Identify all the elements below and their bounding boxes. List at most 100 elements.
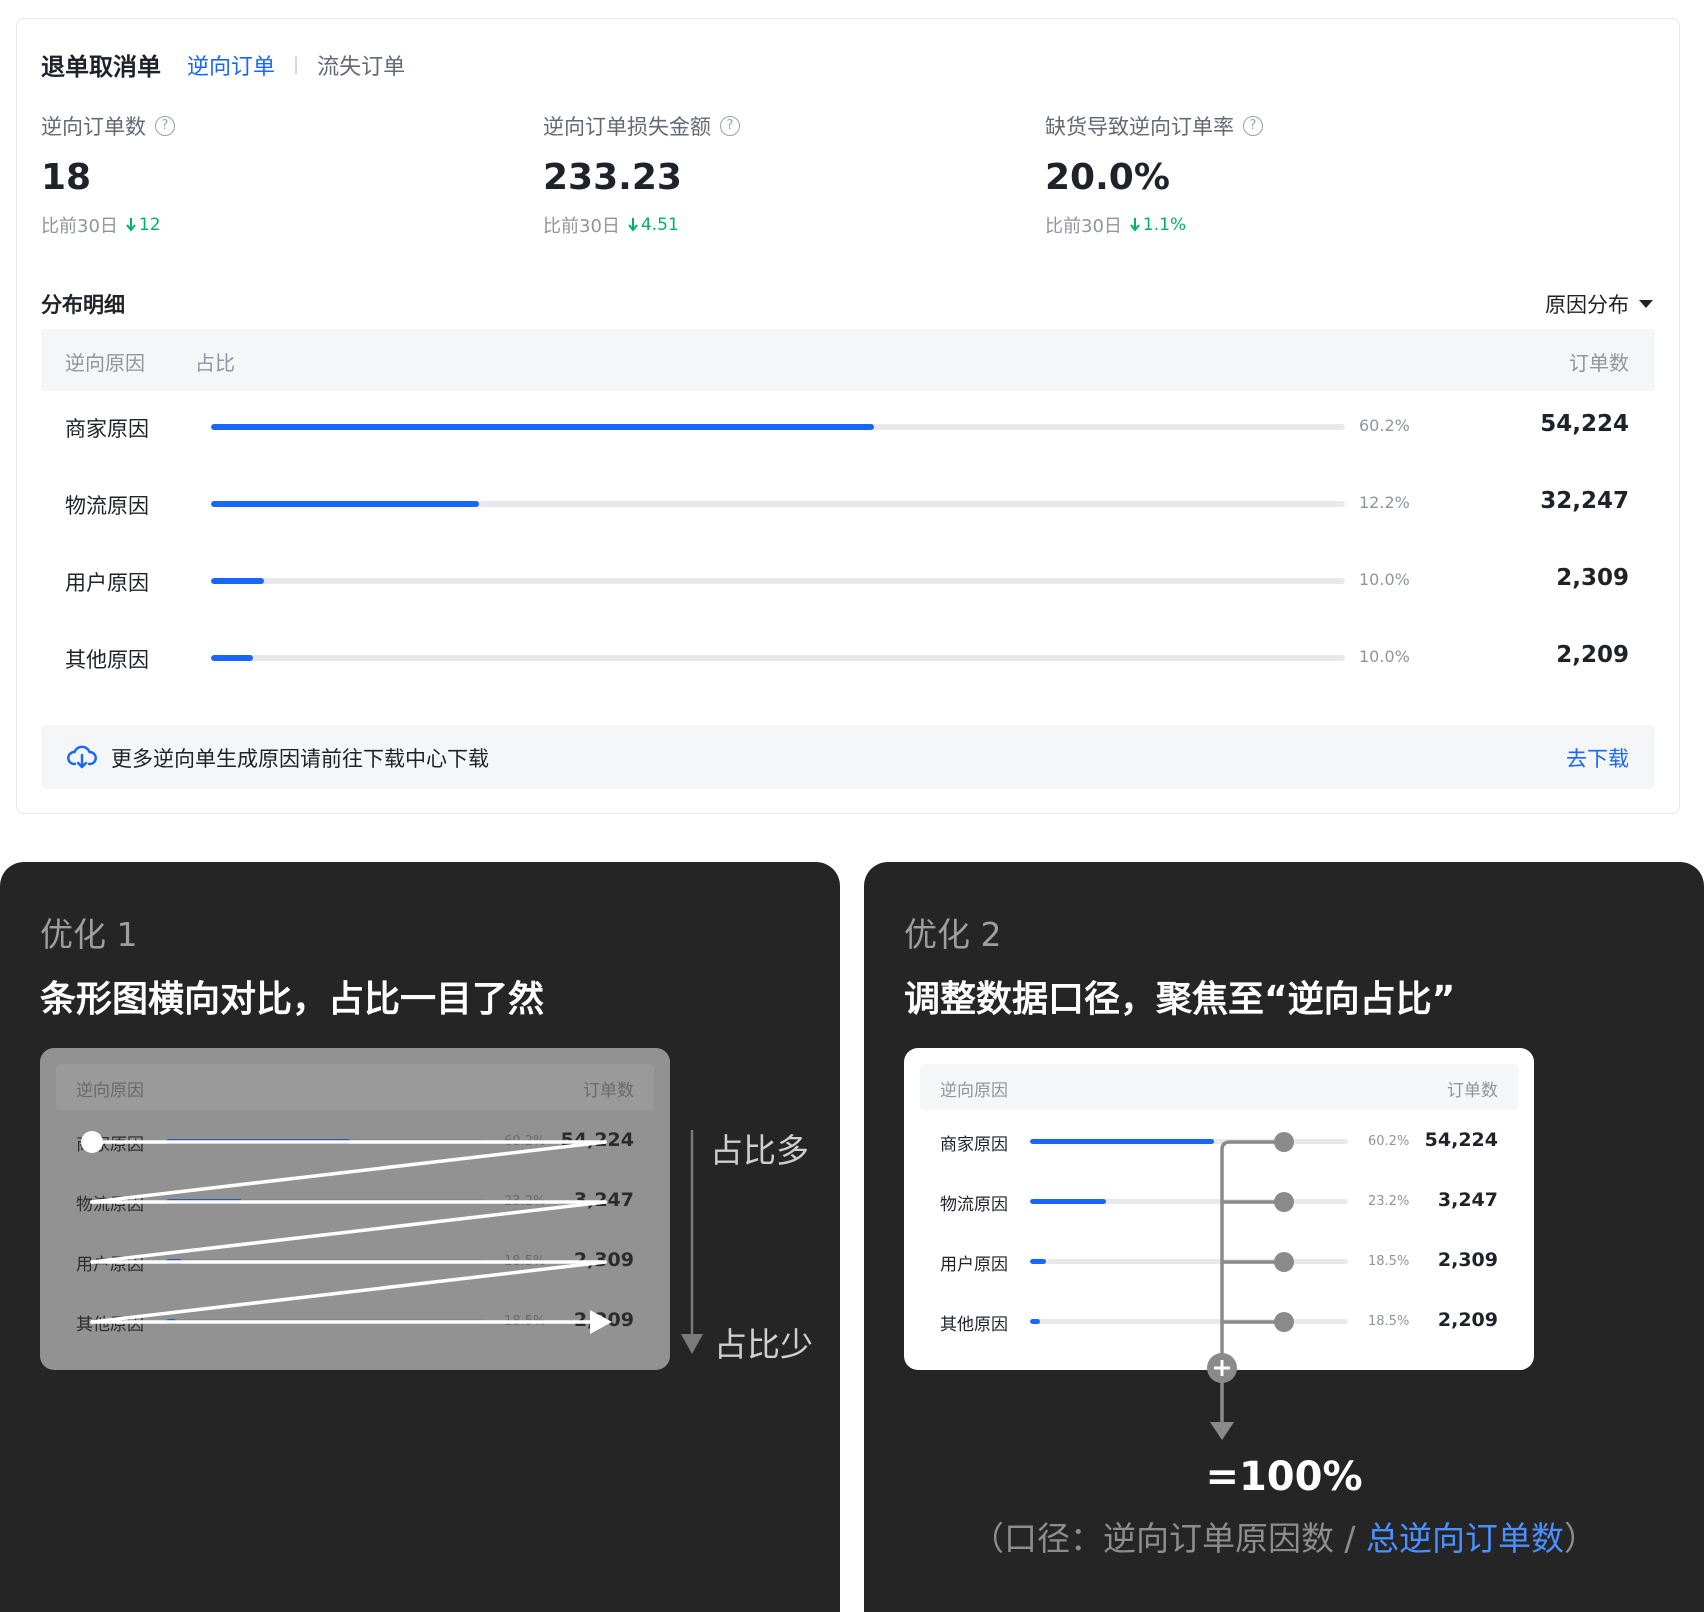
compare-label: 比前30日 [1045,216,1122,237]
panel-heading: 条形图横向对比，占比一目了然 [40,979,545,1020]
help-icon[interactable]: ? [1243,116,1263,136]
cloud-download-icon [67,745,97,769]
ratio-bar-track [211,424,1345,430]
ratio-bar-track [211,578,1345,584]
row-percent: 18.5% [504,1254,546,1269]
tab-lost-orders[interactable]: 流失订单 [317,49,405,81]
ratio-bar-fill [166,1319,176,1324]
formula-note: （口径：逆向订单原因数 / 总逆向订单数） [864,1512,1704,1560]
ratio-bar-track [211,655,1345,661]
row-percent: 60.2% [1368,1134,1410,1149]
row-label: 商家原因 [65,417,149,441]
mini-table-row: 其他原因 18.5% 2,209 [920,1302,1518,1342]
row-label: 其他原因 [940,1315,1008,1335]
ratio-bar-track [1030,1199,1348,1204]
metric-label: 逆向订单损失金额 [543,115,711,139]
row-count: 54,224 [1540,411,1629,437]
row-label: 物流原因 [76,1195,144,1215]
column-header-ratio: 占比 [195,351,235,375]
row-percent: 18.5% [1368,1314,1410,1329]
metric-value: 18 [41,157,92,198]
ratio-bar-track [166,1139,484,1144]
help-icon[interactable]: ? [720,116,740,136]
delta-value: 12 [138,215,161,235]
optimization-panel-2: 优化 2 调整数据口径，聚焦至“逆向占比” 逆向原因 订单数 商家原因 60.2%… [864,862,1704,1612]
row-percent: 60.2% [1359,416,1410,435]
ratio-bar-track [1030,1259,1348,1264]
notice-text: 更多逆向单生成原因请前往下载中心下载 [111,747,489,771]
panel-heading: 调整数据口径，聚焦至“逆向占比” [904,979,1456,1020]
mini-table-row: 商家原因 60.2% 54,224 [920,1122,1518,1162]
table-row: 物流原因 12.2% 32,247 [41,474,1655,534]
metric-label: 逆向订单数 [41,115,146,139]
label-ratio-more: 占比多 [710,1131,809,1170]
row-percent: 60.2% [504,1134,546,1149]
row-label: 其他原因 [76,1315,144,1335]
delta-value: 1.1% [1142,215,1187,235]
go-download-link[interactable]: 去下载 [1566,743,1629,773]
metric-reverse-count: 逆向订单数 ? 18 比前30日 12 [41,111,541,238]
reverse-order-card: 退单取消单 逆向订单 | 流失订单 逆向订单数 ? 18 比前30日 12 逆向… [16,18,1680,814]
help-icon[interactable]: ? [155,116,175,136]
metric-loss-amount: 逆向订单损失金额 ? 233.23 比前30日 4.51 [543,111,1043,238]
ratio-bar-fill [211,655,253,661]
delta-badge: 12 [126,215,161,235]
down-arrow-icon [1130,218,1140,232]
reason-distribution-dropdown[interactable]: 原因分布 [1545,289,1653,319]
row-label: 用户原因 [65,571,149,595]
card-header: 退单取消单 逆向订单 | 流失订单 [41,47,405,82]
panel-kicker: 优化 1 [40,915,138,954]
row-percent: 18.5% [1368,1254,1410,1269]
row-label: 物流原因 [940,1195,1008,1215]
ratio-bar-fill [166,1199,243,1204]
mini-table-row: 用户原因 18.5% 2,309 [920,1242,1518,1282]
row-label: 用户原因 [940,1255,1008,1275]
metric-value: 233.23 [543,157,682,198]
label-ratio-less: 占比少 [714,1325,813,1364]
table-header: 逆向原因 占比 订单数 [41,329,1655,391]
delta-badge: 4.51 [628,215,679,235]
distribution-title: 分布明细 [41,293,125,317]
row-percent: 23.2% [1368,1194,1410,1209]
row-label: 商家原因 [76,1135,144,1155]
ratio-bar-fill [166,1259,182,1264]
panel-kicker: 优化 2 [904,915,1002,954]
card-title: 退单取消单 [41,53,161,81]
sum-arrow-icon [1210,1422,1234,1440]
ratio-bar-fill [1030,1319,1040,1324]
mini-table-header: 逆向原因 订单数 [920,1064,1518,1110]
table-row: 用户原因 10.0% 2,309 [41,551,1655,611]
axis-arrow-icon [681,1334,703,1354]
optimization-panel-1: 优化 1 条形图横向对比，占比一目了然 逆向原因 订单数 商家原因 60.2% 54… [0,862,840,1612]
table-row: 其他原因 10.0% 2,209 [41,628,1655,688]
row-percent: 10.0% [1359,647,1410,666]
mini-table-row: 物流原因 23.2% 3,247 [56,1182,654,1222]
mini-table-row: 物流原因 23.2% 3,247 [920,1182,1518,1222]
column-header-count: 订单数 [1447,1081,1498,1101]
delta-value: 4.51 [640,215,679,235]
tab-reverse-orders[interactable]: 逆向订单 [187,49,275,81]
row-count: 2,309 [573,1249,634,1271]
ratio-bar-track [1030,1319,1348,1324]
mini-table-header: 逆向原因 订单数 [56,1064,654,1110]
ratio-bar-fill [211,424,875,430]
row-count: 2,209 [1556,642,1629,668]
row-count: 54,224 [1424,1129,1498,1151]
row-count: 2,209 [573,1309,634,1331]
tab-divider: | [293,54,300,75]
column-header-reason: 逆向原因 [65,351,145,375]
mini-table-row: 商家原因 60.2% 54,224 [56,1122,654,1162]
row-label: 其他原因 [65,648,149,672]
row-label: 商家原因 [940,1135,1008,1155]
row-count: 54,224 [560,1129,634,1151]
row-percent: 23.2% [504,1194,546,1209]
column-header-count: 订单数 [1569,351,1629,375]
caret-down-icon [1639,300,1653,308]
metric-stockout-rate: 缺货导致逆向订单率 ? 20.0% 比前30日 1.1% [1045,111,1545,238]
compare-label: 比前30日 [41,216,118,237]
ratio-bar-track [166,1319,484,1324]
compare-label: 比前30日 [543,216,620,237]
row-count: 3,247 [573,1189,634,1211]
row-count: 3,247 [1437,1189,1498,1211]
formula-prefix: （口径：逆向订单原因数 / [970,1519,1367,1558]
